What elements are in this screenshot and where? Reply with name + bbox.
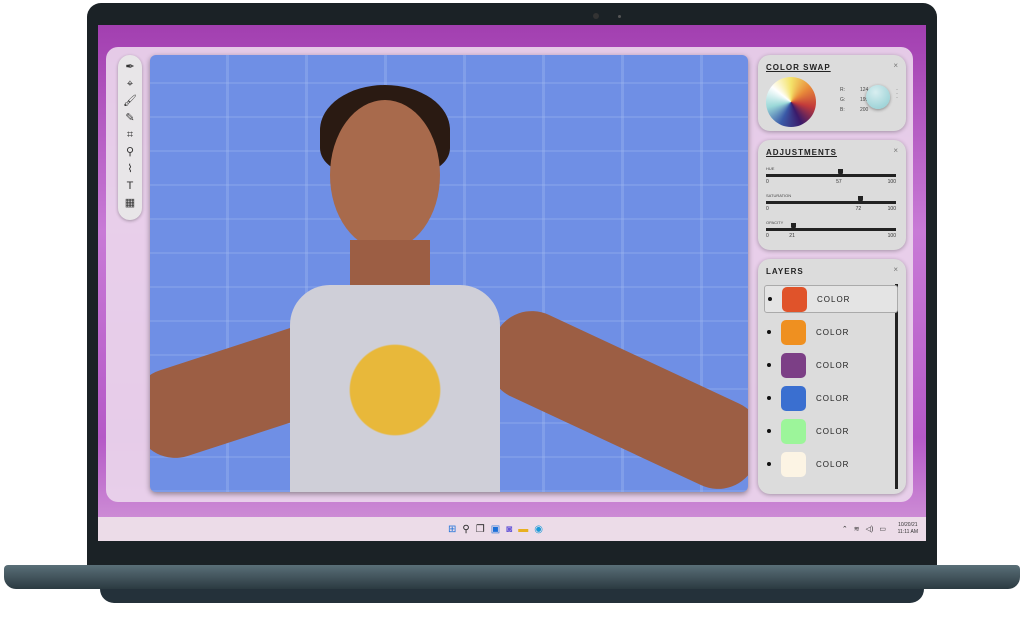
webcam (593, 13, 599, 19)
crop-icon[interactable]: ⌗ (127, 127, 133, 144)
time: 11:11 AM (897, 529, 918, 535)
gradient-icon[interactable]: ▦ (125, 195, 135, 212)
visibility-dot[interactable] (767, 429, 771, 433)
laptop-base-bottom (100, 589, 924, 603)
slider-scale: 0 72 100 (766, 206, 896, 212)
more-icon[interactable]: · · · (896, 87, 898, 101)
slider-scale: 0 21 100 (766, 233, 896, 239)
color-swatch[interactable] (866, 85, 890, 109)
windows-icon[interactable]: ⊞ (448, 524, 456, 535)
layer-item[interactable]: COLOR (764, 285, 898, 313)
layer-swatch (781, 319, 806, 345)
volume-icon[interactable]: ◁) (866, 525, 874, 533)
edge-icon[interactable]: ◉ (534, 524, 543, 535)
date: 10/20/21 (898, 522, 918, 528)
taskbar-icons: ⊞ ⚲ ❐ ▣ ◙ ▬ ◉ (448, 524, 543, 535)
color-wheel[interactable] (766, 77, 816, 127)
layer-swatch (781, 418, 806, 444)
slider-saturation[interactable] (766, 196, 896, 204)
adjustments-panel: ADJUSTMENTS × HUE 0 57 100 SATURATION 0 72 10… (758, 140, 906, 250)
panel-title: ADJUSTMENTS (766, 148, 838, 157)
color-swap-panel: COLOR SWAP × R: 124 G: 199 B: 200 · · · (758, 55, 906, 131)
brush-icon[interactable]: 🖌 (123, 93, 137, 110)
max: 100 (887, 179, 896, 185)
photo-editor-window: ✒ ⌖ 🖌 ✎ ⌗ ⚲ ⌇ T ▦ COLOR SWAP × R: 124 G: 199 B: 200… (106, 47, 913, 502)
close-icon[interactable]: × (893, 61, 898, 70)
clock[interactable]: 10/20/21 11:11 AM (898, 522, 918, 536)
visibility-dot[interactable] (767, 462, 771, 466)
r-label: R: (840, 87, 845, 93)
layers-panel: LAYERS × COLOR COLOR COLOR COLOR COLOR COLOR (758, 259, 906, 494)
slider-thumb[interactable] (857, 196, 863, 202)
layer-label: COLOR (816, 327, 850, 337)
value: 57 (836, 179, 842, 185)
task-view-icon[interactable]: ❐ (476, 524, 485, 535)
pencil-icon[interactable]: ✎ (125, 110, 134, 127)
slider-label: OPACITY (766, 220, 784, 225)
text-icon[interactable]: T (127, 178, 134, 195)
slider-opacity[interactable] (766, 223, 896, 231)
slider-label: SATURATION (766, 193, 792, 198)
layer-swatch (781, 451, 806, 477)
layer-item[interactable]: COLOR (764, 450, 898, 478)
layer-item[interactable]: COLOR (764, 417, 898, 445)
layer-label: COLOR (816, 426, 850, 436)
panel-title: COLOR SWAP (766, 63, 831, 72)
g-label: G: (840, 97, 846, 103)
screen: ✒ ⌖ 🖌 ✎ ⌗ ⚲ ⌇ T ▦ COLOR SWAP × R: 124 G: 199 B: 200… (98, 25, 926, 541)
min: 0 (766, 206, 769, 212)
pen-tool-icon[interactable]: ⌖ (127, 76, 133, 93)
layer-label: COLOR (816, 360, 850, 370)
visibility-dot[interactable] (767, 363, 771, 367)
slider-hue[interactable] (766, 169, 896, 177)
eyedropper-icon[interactable]: ⌇ (127, 161, 132, 178)
slider-thumb[interactable] (838, 169, 844, 175)
pen-icon[interactable]: ✒ (125, 59, 134, 76)
system-tray: ⌃ ≋ ◁) ▭ (842, 525, 886, 533)
taskbar: ⊞ ⚲ ❐ ▣ ◙ ▬ ◉ ⌃ ≋ ◁) ▭ 10/20/21 11:11 AM (98, 517, 926, 541)
slider-scale: 0 57 100 (766, 179, 896, 185)
min: 0 (766, 179, 769, 185)
layer-label: COLOR (816, 459, 850, 469)
min: 0 (766, 233, 769, 239)
value: 72 (855, 206, 862, 212)
layer-item[interactable]: COLOR (764, 384, 898, 412)
layer-label: COLOR (817, 294, 851, 304)
max: 100 (887, 233, 896, 239)
value: 21 (789, 233, 795, 239)
layer-item[interactable]: COLOR (764, 318, 898, 346)
close-icon[interactable]: × (893, 265, 898, 274)
slider-thumb[interactable] (791, 223, 797, 229)
battery-icon[interactable]: ▭ (879, 525, 886, 533)
visibility-dot[interactable] (767, 330, 771, 334)
chat-icon[interactable]: ◙ (506, 524, 512, 535)
camera-light (618, 15, 621, 18)
visibility-dot[interactable] (767, 396, 771, 400)
search-icon[interactable]: ⚲ (462, 524, 469, 535)
patterned-top (290, 285, 500, 492)
wifi-icon[interactable]: ≋ (854, 525, 860, 533)
layer-swatch (782, 286, 807, 312)
zoom-icon[interactable]: ⚲ (126, 144, 134, 161)
face (330, 100, 440, 250)
panel-title: LAYERS (766, 267, 804, 276)
chevron-up-icon[interactable]: ⌃ (842, 525, 848, 533)
layer-label: COLOR (816, 393, 850, 403)
visibility-dot[interactable] (768, 297, 772, 301)
close-icon[interactable]: × (893, 146, 898, 155)
widgets-icon[interactable]: ▣ (491, 524, 500, 535)
file-explorer-icon[interactable]: ▬ (518, 524, 528, 535)
max: 100 (887, 206, 896, 212)
photo-canvas[interactable] (150, 55, 748, 492)
layer-swatch (781, 352, 806, 378)
b-label: B: (840, 107, 845, 113)
tool-palette: ✒ ⌖ 🖌 ✎ ⌗ ⚲ ⌇ T ▦ (118, 55, 142, 220)
layer-swatch (781, 385, 806, 411)
laptop-base (4, 565, 1020, 589)
layer-item[interactable]: COLOR (764, 351, 898, 379)
slider-label: HUE (766, 166, 775, 171)
